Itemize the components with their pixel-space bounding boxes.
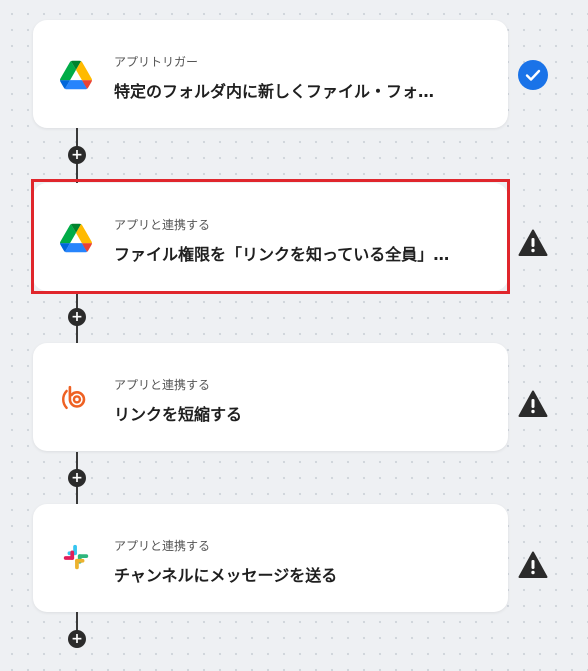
add-step-button[interactable]: + — [68, 469, 86, 487]
add-step-button[interactable]: + — [68, 630, 86, 648]
step-title: 特定のフォルダ内に新しくファイル・フォ… — [114, 82, 435, 101]
warning-icon — [518, 551, 548, 578]
warning-icon — [518, 229, 548, 256]
complete-check-icon — [518, 60, 548, 90]
step-card-trigger[interactable]: アプリトリガー 特定のフォルダ内に新しくファイル・フォ… — [33, 20, 508, 128]
add-step-button[interactable]: + — [68, 308, 86, 326]
step-type-label: アプリと連携する — [114, 218, 211, 232]
bitly-icon — [62, 385, 86, 410]
step-title: チャンネルにメッセージを送る — [114, 566, 338, 585]
google-drive-icon — [60, 60, 92, 90]
warning-icon — [518, 390, 548, 417]
step-title: リンクを短縮する — [114, 405, 243, 424]
step-card-send-message[interactable]: アプリと連携する チャンネルにメッセージを送る — [33, 504, 508, 612]
add-step-button[interactable]: + — [68, 146, 86, 164]
google-drive-icon — [60, 223, 92, 253]
step-type-label: アプリと連携する — [114, 378, 211, 392]
slack-icon — [63, 544, 89, 570]
step-type-label: アプリと連携する — [114, 539, 211, 553]
step-card-file-permission[interactable]: アプリと連携する ファイル権限を「リンクを知っている全員」… — [33, 183, 508, 291]
step-card-shorten-link[interactable]: アプリと連携する リンクを短縮する — [33, 343, 508, 451]
step-type-label: アプリトリガー — [114, 55, 199, 69]
step-title: ファイル権限を「リンクを知っている全員」… — [114, 245, 450, 264]
